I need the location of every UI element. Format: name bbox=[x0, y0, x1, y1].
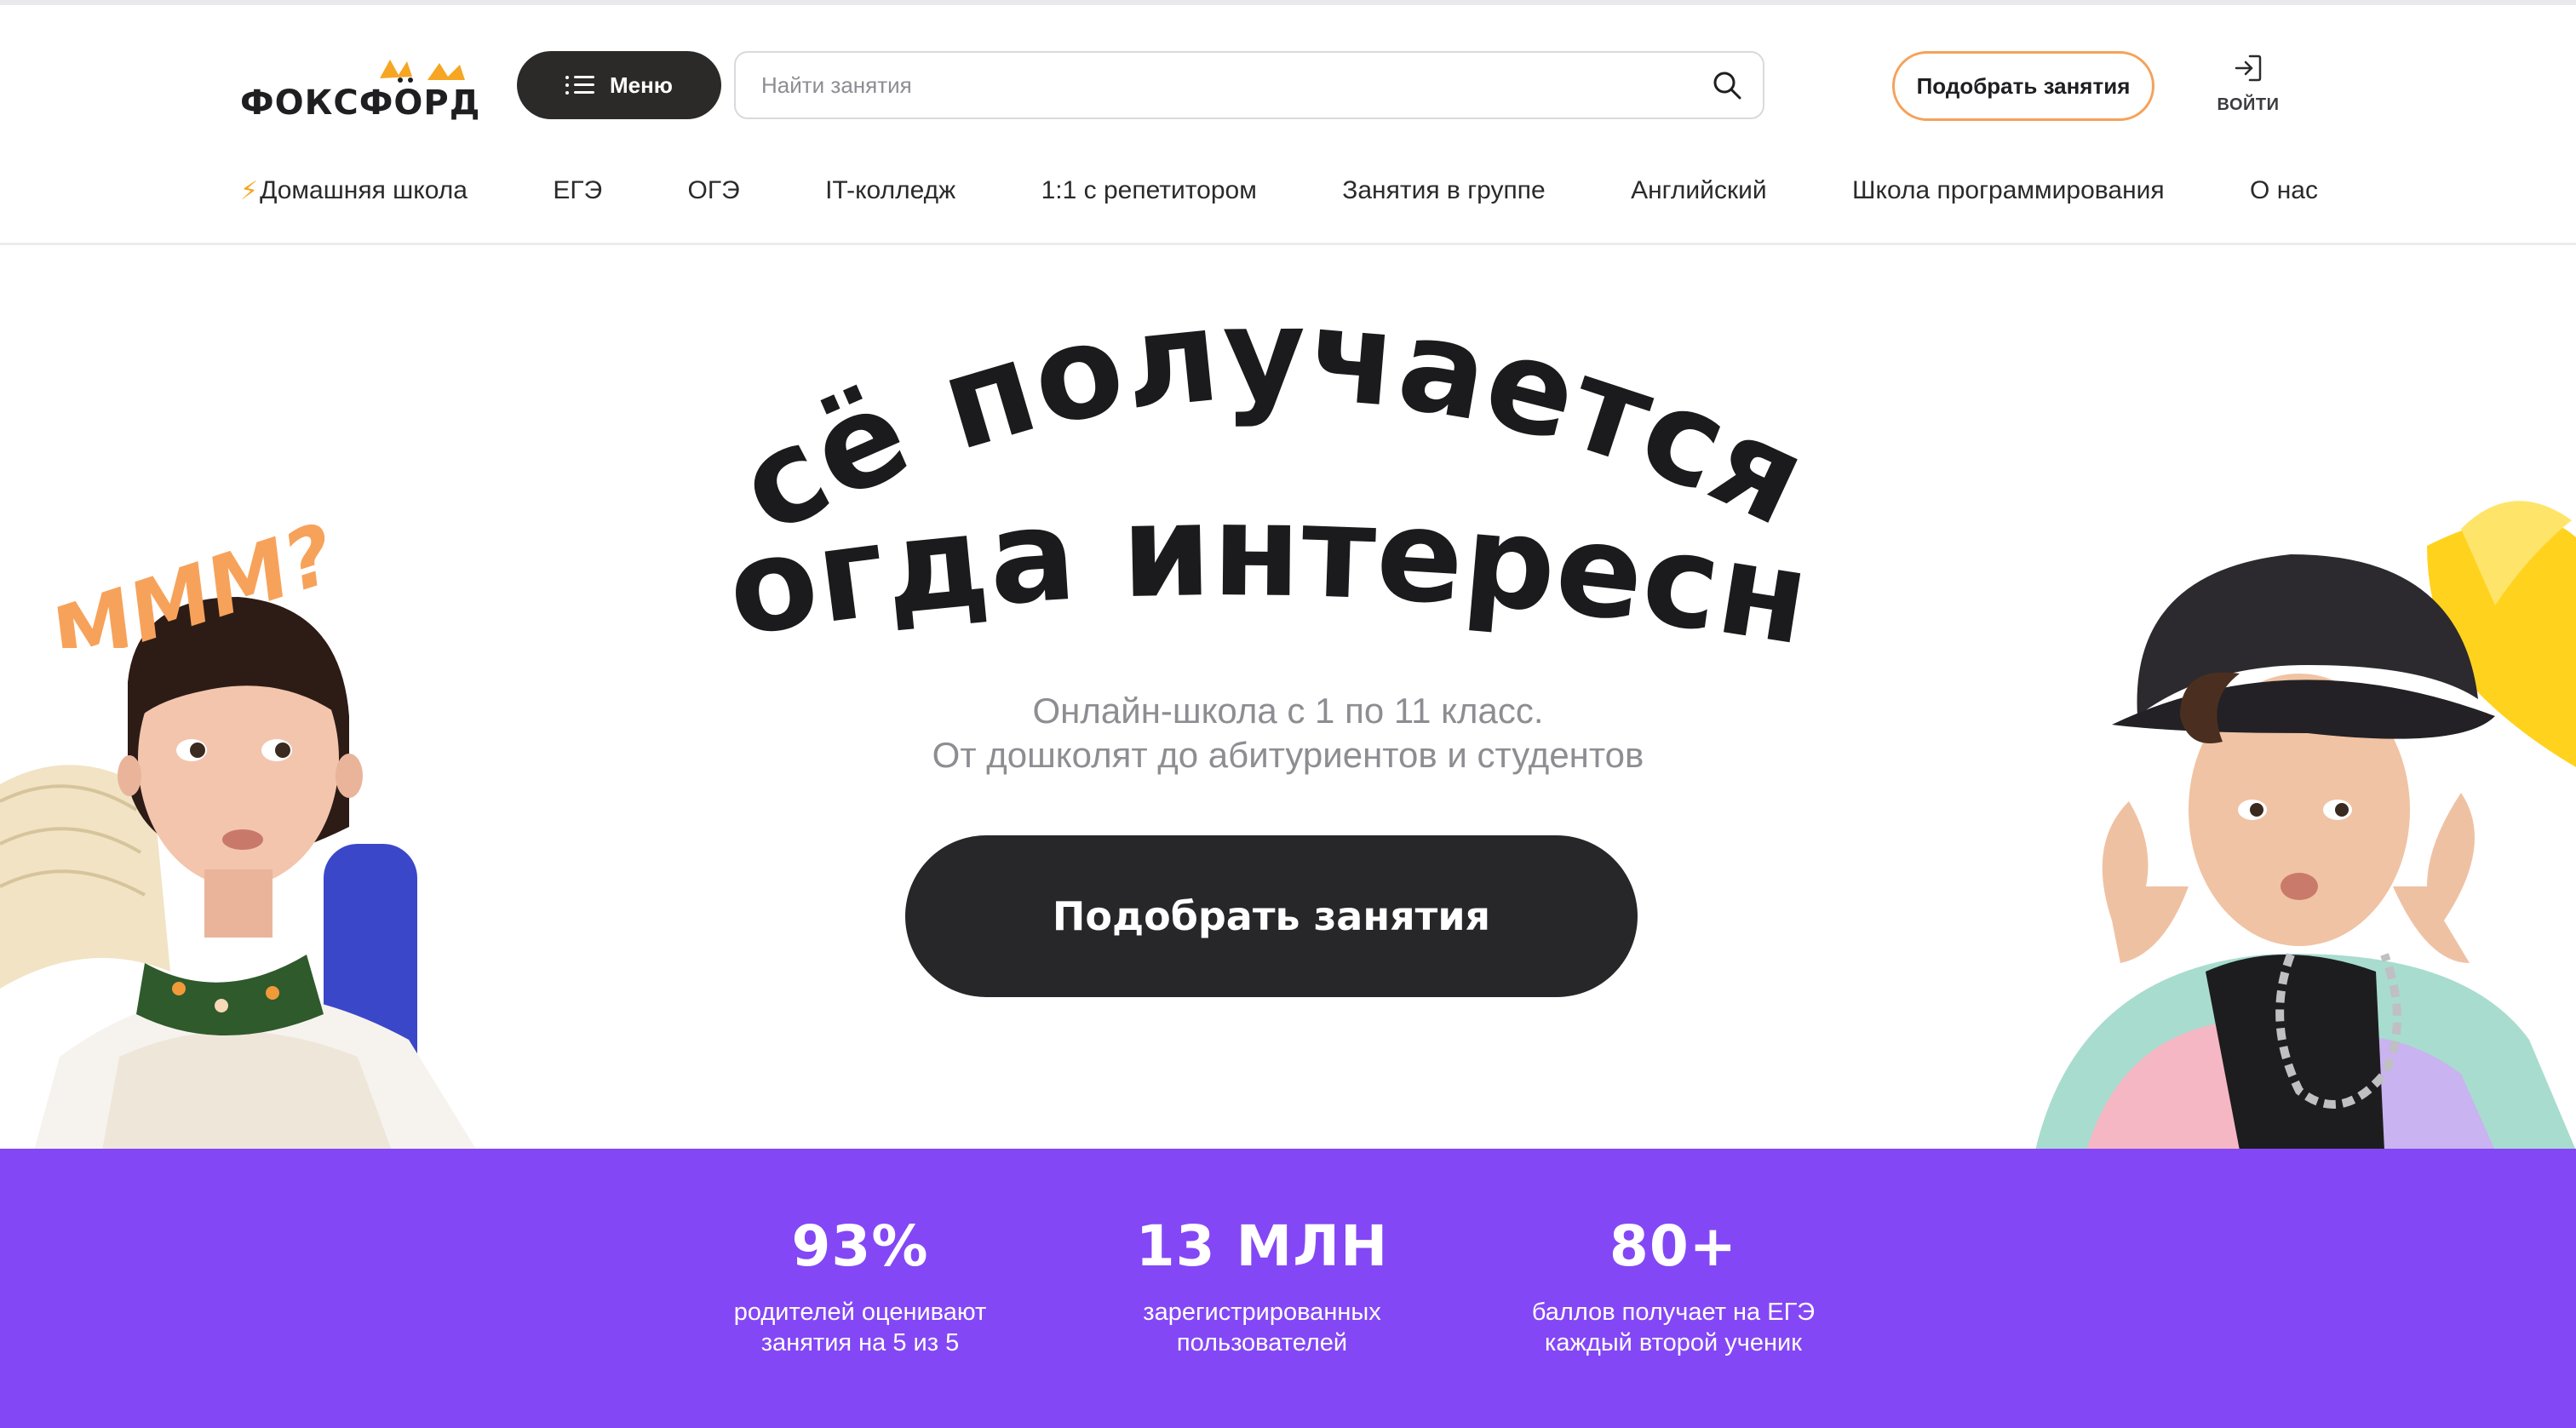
login-label: ВОЙТИ bbox=[2217, 95, 2280, 114]
stats-section: 93% родителей оценивают занятия на 5 из … bbox=[0, 1149, 2576, 1428]
nav-item-label: Домашняя школа bbox=[260, 176, 468, 204]
nav-item-group-classes[interactable]: Занятия в группе bbox=[1342, 176, 1545, 205]
nav-item-home-school[interactable]: ⚡ Домашняя школа bbox=[240, 176, 468, 206]
stat-value: 13 МЛН bbox=[1135, 1213, 1389, 1279]
main-nav: ⚡ Домашняя школа ЕГЭ ОГЭ IT-колледж 1:1 с… bbox=[240, 172, 2318, 209]
pick-classes-button[interactable]: Подобрать занятия bbox=[1892, 51, 2154, 121]
pick-classes-cta-button[interactable]: Подобрать занятия bbox=[905, 835, 1638, 997]
stat-label-line-2: каждый второй ученик bbox=[1545, 1329, 1802, 1356]
stat-label-line-1: родителей оценивают bbox=[733, 1299, 987, 1326]
site-header: ФОКСФОРД Меню Подобрать занятия ВОЙТИ ⚡Д… bbox=[0, 5, 2576, 245]
svg-text:МММ?: МММ? bbox=[40, 506, 347, 648]
menu-button-label: Меню bbox=[609, 72, 674, 98]
hero-section: всё получается, когда интересно МММ? bbox=[0, 248, 2576, 1149]
lightning-icon: ⚡ bbox=[240, 176, 259, 205]
stat-item: 80+ баллов получает на ЕГЭ каждый второй… bbox=[1495, 1219, 1852, 1358]
nav-item-oge[interactable]: ОГЭ bbox=[688, 176, 740, 205]
logo-wordmark: ФОКСФОРД bbox=[240, 83, 481, 123]
hero-subtitle-line-2: От дошколят до абитуриентов и студентов bbox=[932, 735, 1644, 775]
stat-label-line-2: пользователей bbox=[1176, 1329, 1348, 1356]
nav-item-ege[interactable]: ЕГЭ bbox=[553, 176, 602, 205]
menu-button[interactable]: Меню bbox=[517, 51, 721, 119]
stat-item: 13 МЛН зарегистрированных пользователей bbox=[1083, 1219, 1441, 1358]
stat-label-line-1: зарегистрированных bbox=[1143, 1299, 1381, 1326]
hero-subtitle-line-1: Онлайн-школа с 1 по 11 класс. bbox=[1032, 691, 1544, 731]
list-icon bbox=[565, 75, 594, 95]
stat-label-line-2: занятия на 5 из 5 bbox=[760, 1329, 960, 1356]
nav-item-it-college[interactable]: IT-колледж bbox=[825, 176, 955, 205]
stat-value: 80+ bbox=[1609, 1213, 1738, 1279]
search-input[interactable] bbox=[761, 53, 1664, 118]
search-icon[interactable] bbox=[1712, 70, 1742, 100]
foxford-logo[interactable]: ФОКСФОРД bbox=[240, 54, 479, 123]
search-box[interactable] bbox=[734, 51, 1764, 119]
stat-label-line-1: баллов получает на ЕГЭ bbox=[1531, 1299, 1816, 1326]
stat-item: 93% родителей оценивают занятия на 5 из … bbox=[681, 1219, 1039, 1358]
boy-illustration bbox=[2035, 501, 2576, 1149]
mmm-speech-sticker: МММ? bbox=[40, 506, 347, 648]
nav-item-english[interactable]: Английский bbox=[1631, 176, 1767, 205]
stat-value: 93% bbox=[791, 1213, 929, 1279]
nav-item-about[interactable]: О нас bbox=[2250, 176, 2318, 205]
nav-item-programming-school[interactable]: Школа программирования bbox=[1852, 176, 2165, 205]
login-icon bbox=[2235, 54, 2262, 82]
nav-item-tutor[interactable]: 1:1 с репетитором bbox=[1041, 176, 1257, 205]
login-button[interactable]: ВОЙТИ bbox=[2201, 51, 2295, 128]
